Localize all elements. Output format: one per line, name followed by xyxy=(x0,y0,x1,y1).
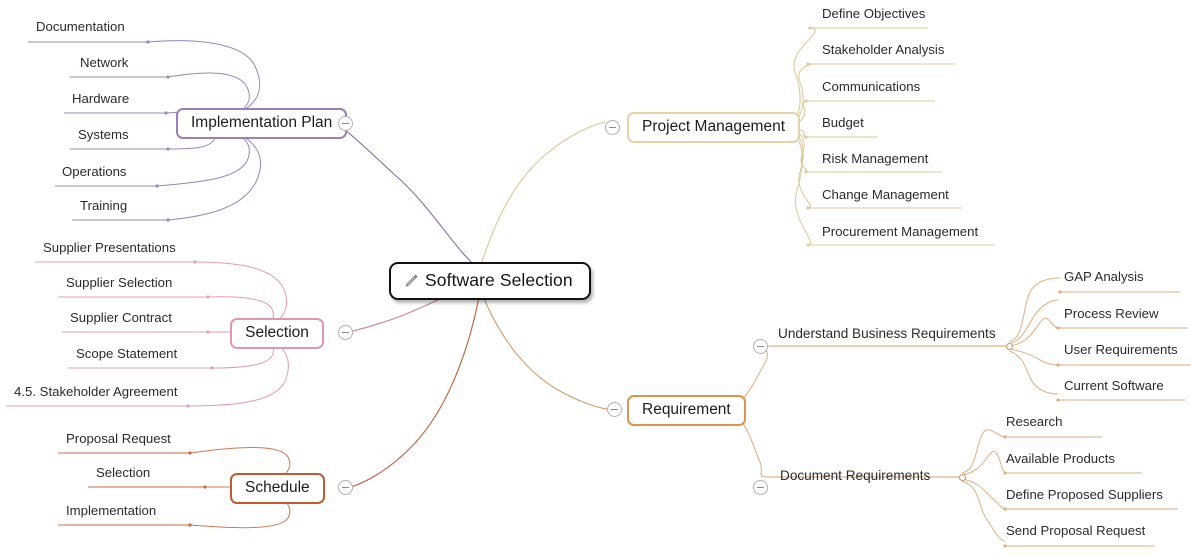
leaf-node-operations[interactable]: Operations xyxy=(58,164,131,181)
leaf-node-communications[interactable]: Communications xyxy=(818,79,924,96)
leaf-label: Communications xyxy=(822,79,921,94)
leaf-label: Operations xyxy=(62,164,127,179)
leaf-label: User Requirements xyxy=(1064,342,1178,357)
leaf-node-stakeholder-analysis[interactable]: Stakeholder Analysis xyxy=(818,42,948,59)
leaf-node-implementation[interactable]: Implementation xyxy=(62,503,160,520)
junction-dot-understand-business-requirements xyxy=(1006,343,1013,350)
leaf-node-current-software[interactable]: Current Software xyxy=(1060,378,1168,395)
leaf-node-process-review[interactable]: Process Review xyxy=(1060,306,1163,323)
leaf-node-documentation[interactable]: Documentation xyxy=(32,19,129,36)
leaf-label: Documentation xyxy=(36,19,125,34)
mid-node-label: Document Requirements xyxy=(780,468,931,483)
collapse-toggle-selection[interactable] xyxy=(338,325,353,340)
collapse-toggle-schedule[interactable] xyxy=(338,480,353,495)
leaf-label: Define Objectives xyxy=(822,6,926,21)
leaf-label: Research xyxy=(1006,414,1063,429)
pencil-icon xyxy=(405,274,418,287)
leaf-node-proposal-request[interactable]: Proposal Request xyxy=(62,431,175,448)
leaf-label: Systems xyxy=(78,127,129,142)
branch-node-label-implementation-plan: Implementation Plan xyxy=(191,114,333,131)
leaf-label: Process Review xyxy=(1064,306,1159,321)
leaf-node-user-requirements[interactable]: User Requirements xyxy=(1060,342,1182,359)
leaf-node-procurement-management[interactable]: Procurement Management xyxy=(818,224,982,241)
branch-node-label-selection: Selection xyxy=(245,324,309,341)
leaf-node-define-objectives[interactable]: Define Objectives xyxy=(818,6,929,23)
leaf-label: 4.5. Stakeholder Agreement xyxy=(14,384,178,399)
leaf-label: Procurement Management xyxy=(822,224,979,239)
edges-implementation-plan xyxy=(28,40,479,269)
leaf-label: Supplier Presentations xyxy=(43,240,176,255)
leaf-node-schedule-selection[interactable]: Selection xyxy=(92,465,154,482)
leaf-label: Supplier Contract xyxy=(70,310,172,325)
leaf-node-scope-statement[interactable]: Scope Statement xyxy=(72,346,181,363)
leaf-node-research[interactable]: Research xyxy=(1002,414,1066,431)
collapse-toggle-document-requirements[interactable] xyxy=(753,480,768,495)
leaf-label: Network xyxy=(80,55,129,70)
mindmap-canvas: Software Selection Implementation Plan S… xyxy=(0,0,1191,555)
collapse-toggle-requirement[interactable] xyxy=(607,402,622,417)
leaf-node-supplier-contract[interactable]: Supplier Contract xyxy=(66,310,176,327)
leaf-node-supplier-selection[interactable]: Supplier Selection xyxy=(62,275,176,292)
leaf-label: Selection xyxy=(96,465,151,480)
branch-node-label-project-management: Project Management xyxy=(642,118,786,135)
branch-node-implementation-plan[interactable]: Implementation Plan xyxy=(176,108,348,139)
branch-node-project-management[interactable]: Project Management xyxy=(627,112,801,143)
leaf-label: Supplier Selection xyxy=(66,275,173,290)
leaf-node-risk-management[interactable]: Risk Management xyxy=(818,151,932,168)
leaf-label: Training xyxy=(80,198,128,213)
leaf-node-systems[interactable]: Systems xyxy=(74,127,133,144)
branch-node-label-requirement: Requirement xyxy=(642,401,731,418)
leaf-label: Change Management xyxy=(822,187,949,202)
leaf-node-supplier-presentations[interactable]: Supplier Presentations xyxy=(39,240,180,257)
leaf-label: Hardware xyxy=(72,91,130,106)
leaf-label: Current Software xyxy=(1064,378,1164,393)
leaf-node-available-products[interactable]: Available Products xyxy=(1002,451,1119,468)
mid-node-label: Understand Business Requirements xyxy=(778,326,996,341)
mid-node-document-requirements[interactable]: Document Requirements xyxy=(776,468,934,486)
mid-node-understand-business-requirements[interactable]: Understand Business Requirements xyxy=(774,326,1000,344)
leaf-label: Scope Statement xyxy=(76,346,178,361)
leaf-node-stakeholder-agreement[interactable]: 4.5. Stakeholder Agreement xyxy=(10,384,182,401)
leaf-node-gap-analysis[interactable]: GAP Analysis xyxy=(1060,269,1148,286)
leaf-node-define-proposed-suppliers[interactable]: Define Proposed Suppliers xyxy=(1002,487,1167,504)
leaf-label: Available Products xyxy=(1006,451,1115,466)
branch-node-requirement[interactable]: Requirement xyxy=(627,395,746,426)
leaf-label: GAP Analysis xyxy=(1064,269,1144,284)
leaf-node-send-proposal-request[interactable]: Send Proposal Request xyxy=(1002,523,1149,540)
leaf-label: Implementation xyxy=(66,503,157,518)
leaf-node-change-management[interactable]: Change Management xyxy=(818,187,953,204)
branch-node-label-schedule: Schedule xyxy=(245,479,310,496)
root-node-software-selection[interactable]: Software Selection xyxy=(389,262,591,300)
edge-layer xyxy=(6,26,1191,548)
leaf-label: Proposal Request xyxy=(66,431,171,446)
leaf-node-network[interactable]: Network xyxy=(76,55,132,72)
collapse-toggle-understand-business-requirements[interactable] xyxy=(753,339,768,354)
root-node-label: Software Selection xyxy=(425,270,573,290)
branch-node-selection[interactable]: Selection xyxy=(230,318,324,349)
leaf-label: Budget xyxy=(822,115,864,130)
leaf-label: Send Proposal Request xyxy=(1006,523,1146,538)
junction-dot-document-requirements xyxy=(959,474,966,481)
leaf-label: Define Proposed Suppliers xyxy=(1006,487,1163,502)
collapse-toggle-project-management[interactable] xyxy=(605,120,620,135)
leaf-node-budget[interactable]: Budget xyxy=(818,115,868,132)
leaf-label: Risk Management xyxy=(822,151,929,166)
leaf-node-training[interactable]: Training xyxy=(76,198,131,215)
branch-node-schedule[interactable]: Schedule xyxy=(230,473,325,504)
leaf-node-hardware[interactable]: Hardware xyxy=(68,91,133,108)
collapse-toggle-implementation-plan[interactable] xyxy=(338,116,353,131)
leaf-label: Stakeholder Analysis xyxy=(822,42,945,57)
